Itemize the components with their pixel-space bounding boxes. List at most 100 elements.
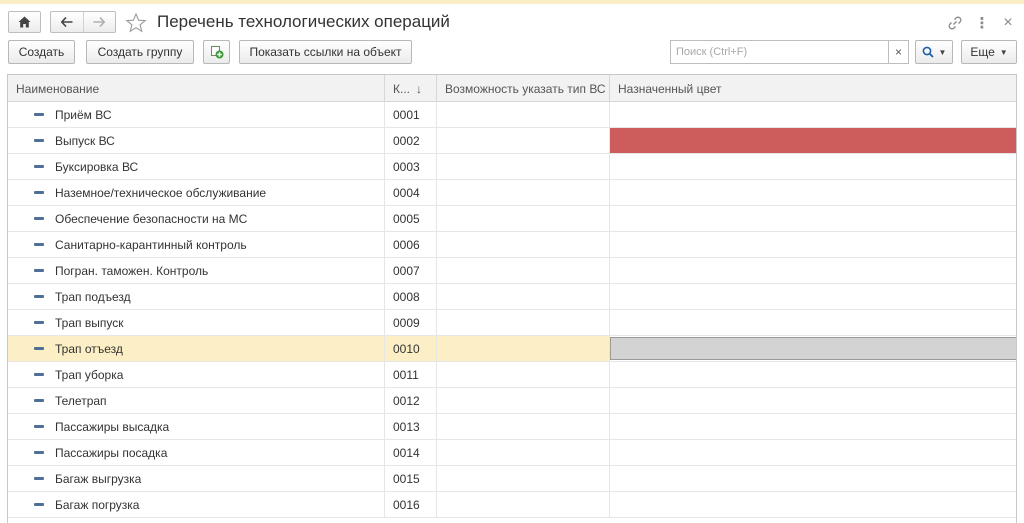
star-icon[interactable] — [125, 12, 147, 34]
cell-vs-type — [437, 466, 610, 491]
item-dash-icon — [34, 243, 44, 246]
cell-code: 0013 — [385, 414, 437, 439]
cell-name: Пассажиры посадка — [8, 440, 385, 465]
cell-code: 0004 — [385, 180, 437, 205]
table-row[interactable]: Трап уборка 0011 — [8, 362, 1016, 388]
cell-vs-type — [437, 128, 610, 153]
create-group-button[interactable]: Создать группу — [86, 40, 194, 64]
row-name-text: Трап выпуск — [55, 315, 124, 330]
table-row[interactable]: Телетрап 0012 — [8, 388, 1016, 414]
color-swatch — [610, 128, 1016, 153]
row-name-text: Наземное/техническое обслуживание — [55, 185, 267, 200]
table-row[interactable]: Трап отъезд 0010 — [8, 336, 1016, 362]
toolbar: Создать Создать группу Показать ссылки н… — [0, 40, 1024, 66]
chevron-down-icon: ▼ — [999, 47, 1008, 57]
cell-vs-type — [437, 180, 610, 205]
table-row[interactable]: Выпуск ВС 0002 — [8, 128, 1016, 154]
table-row[interactable]: Багаж выгрузка 0015 — [8, 466, 1016, 492]
cell-color — [610, 154, 1016, 179]
table-row[interactable]: Обеспечение безопасности на МС 0005 — [8, 206, 1016, 232]
cell-code: 0016 — [385, 492, 437, 517]
search-clear-button[interactable]: × — [888, 40, 909, 64]
cell-name: Трап отъезд — [8, 336, 385, 361]
cell-name: Трап выпуск — [8, 310, 385, 335]
column-header-color[interactable]: Назначенный цвет — [610, 75, 1016, 102]
cell-code: 0010 — [385, 336, 437, 361]
cell-name: Наземное/техническое обслуживание — [8, 180, 385, 205]
back-button[interactable] — [51, 12, 84, 32]
table-row[interactable]: Приём ВС 0001 — [8, 102, 1016, 128]
table-row[interactable]: Багаж погрузка 0016 — [8, 492, 1016, 518]
show-links-button[interactable]: Показать ссылки на объект — [239, 40, 412, 64]
column-header-name[interactable]: Наименование — [8, 75, 385, 102]
column-header-code[interactable]: К... ↓ — [385, 75, 437, 102]
cell-color — [610, 102, 1016, 127]
page-title: Перечень технологических операций — [157, 12, 450, 31]
create-button[interactable]: Создать — [8, 40, 75, 64]
search-button[interactable]: ▼ — [915, 40, 953, 64]
cell-name: Телетрап — [8, 388, 385, 413]
cell-code: 0009 — [385, 310, 437, 335]
cell-name: Багаж погрузка — [8, 492, 385, 517]
item-dash-icon — [34, 295, 44, 298]
cell-vs-type — [437, 284, 610, 309]
cell-code: 0014 — [385, 440, 437, 465]
cell-vs-type — [437, 310, 610, 335]
row-name-text: Буксировка ВС — [55, 159, 139, 174]
home-icon — [18, 16, 31, 28]
cell-vs-type — [437, 154, 610, 179]
cell-color — [610, 206, 1016, 231]
column-header-code-label: К... — [393, 81, 410, 96]
cell-vs-type — [437, 440, 610, 465]
cell-name: Трап уборка — [8, 362, 385, 387]
table-row[interactable]: Пассажиры высадка 0013 — [8, 414, 1016, 440]
table-header: Наименование К... ↓ Возможность указать … — [8, 75, 1016, 102]
cell-code: 0012 — [385, 388, 437, 413]
table-row[interactable]: Трап подъезд 0008 — [8, 284, 1016, 310]
home-button[interactable] — [8, 11, 41, 33]
link-icon[interactable] — [946, 14, 964, 32]
item-dash-icon — [34, 165, 44, 168]
cell-code: 0002 — [385, 128, 437, 153]
operations-table: Наименование К... ↓ Возможность указать … — [7, 74, 1017, 523]
table-row[interactable]: Санитарно-карантинный контроль 0006 — [8, 232, 1016, 258]
item-dash-icon — [34, 321, 44, 324]
row-name-text: Санитарно-карантинный контроль — [55, 237, 247, 252]
item-dash-icon — [34, 269, 44, 272]
cell-name: Выпуск ВС — [8, 128, 385, 153]
more-vert-icon[interactable]: ⋮ — [973, 14, 991, 32]
table-row[interactable]: Погран. таможен. Контроль 0007 — [8, 258, 1016, 284]
row-name-text: Телетрап — [55, 393, 107, 408]
table-row[interactable]: Пассажиры посадка 0014 — [8, 440, 1016, 466]
cell-color — [610, 492, 1016, 517]
search-input[interactable] — [670, 40, 889, 64]
cell-code: 0008 — [385, 284, 437, 309]
close-icon[interactable]: × — [999, 14, 1017, 32]
copy-button[interactable] — [203, 40, 230, 64]
cell-vs-type — [437, 388, 610, 413]
item-dash-icon — [34, 399, 44, 402]
cell-name: Санитарно-карантинный контроль — [8, 232, 385, 257]
cell-name: Багаж выгрузка — [8, 466, 385, 491]
row-name-text: Выпуск ВС — [55, 133, 115, 148]
item-dash-icon — [34, 139, 44, 142]
cell-vs-type — [437, 102, 610, 127]
item-dash-icon — [34, 503, 44, 506]
cell-code: 0001 — [385, 102, 437, 127]
item-dash-icon — [34, 191, 44, 194]
more-button[interactable]: Еще ▼ — [961, 40, 1017, 64]
table-row[interactable]: Трап выпуск 0009 — [8, 310, 1016, 336]
forward-button[interactable] — [84, 12, 116, 32]
cell-vs-type — [437, 492, 610, 517]
cell-code: 0005 — [385, 206, 437, 231]
cell-code: 0015 — [385, 466, 437, 491]
column-header-vs-type[interactable]: Возможность указать тип ВС — [437, 75, 610, 102]
row-name-text: Приём ВС — [55, 107, 112, 122]
item-dash-icon — [34, 113, 44, 116]
table-row[interactable]: Наземное/техническое обслуживание 0004 — [8, 180, 1016, 206]
item-dash-icon — [34, 347, 44, 350]
cell-color — [610, 258, 1016, 283]
table-row[interactable]: Буксировка ВС 0003 — [8, 154, 1016, 180]
cell-name: Буксировка ВС — [8, 154, 385, 179]
cell-vs-type — [437, 206, 610, 231]
